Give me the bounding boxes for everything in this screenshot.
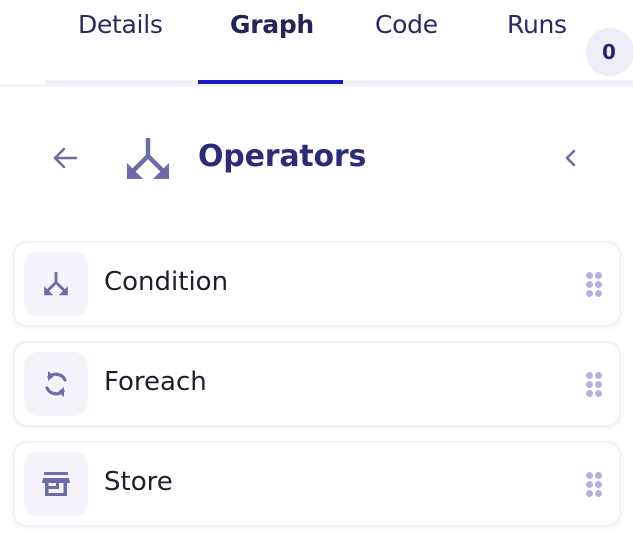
collapse-panel-button[interactable] [560,146,580,170]
tab-details[interactable]: Details [78,10,163,39]
operators-header-icon [124,136,172,182]
storefront-icon [42,472,70,496]
tab-code[interactable]: Code [375,10,438,39]
tab-runs[interactable]: Runs [507,10,567,39]
operator-icon-box [24,352,88,416]
drag-handle-icon[interactable] [584,272,604,298]
arrow-left-icon [53,147,78,169]
panel-title: Operators [198,139,367,174]
drag-handle-icon[interactable] [584,372,604,398]
back-button[interactable] [50,143,80,173]
operator-label: Store [104,467,173,497]
chevron-left-icon [565,149,576,167]
tab-graph[interactable]: Graph [230,10,314,39]
loop-arrows-icon [45,371,67,397]
split-arrows-icon [127,138,169,179]
operator-item-store[interactable]: Store [13,441,621,527]
split-arrows-icon [44,272,68,296]
page-divider [0,84,633,87]
operator-icon-box [24,252,88,316]
active-tab-indicator [198,80,343,84]
operator-item-foreach[interactable]: Foreach [13,341,621,427]
drag-handle-icon[interactable] [584,472,604,498]
operator-label: Condition [104,267,229,297]
operator-item-condition[interactable]: Condition [13,241,621,327]
operator-label: Foreach [104,367,207,397]
runs-count-badge: 0 [586,28,633,76]
operator-icon-box [24,452,88,516]
